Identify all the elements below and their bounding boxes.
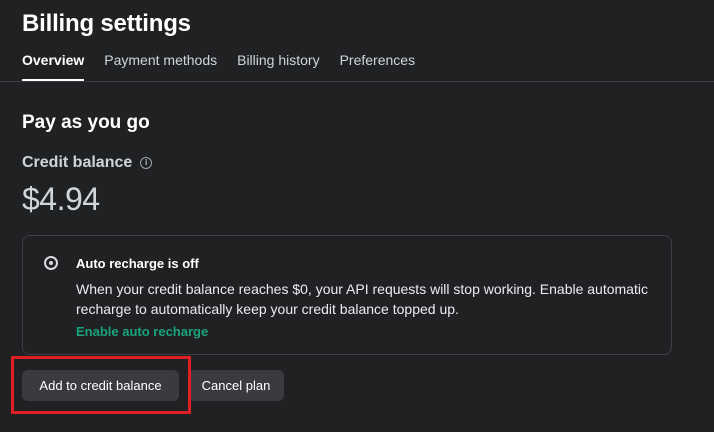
cancel-plan-button[interactable]: Cancel plan: [188, 370, 284, 401]
tab-overview[interactable]: Overview: [22, 52, 85, 81]
section-title: Pay as you go: [22, 112, 150, 133]
tab-preferences[interactable]: Preferences: [340, 52, 415, 81]
auto-recharge-title: Auto recharge is off: [76, 256, 199, 271]
tab-billing-history[interactable]: Billing history: [237, 52, 319, 81]
credit-balance-label: Credit balance: [22, 154, 133, 171]
add-to-credit-balance-button[interactable]: Add to credit balance: [22, 370, 179, 401]
auto-recharge-card: Auto recharge is off When your credit ba…: [22, 235, 672, 355]
page-title: Billing settings: [22, 10, 191, 37]
tab-payment-methods[interactable]: Payment methods: [104, 52, 217, 81]
radio-icon: [44, 256, 58, 270]
enable-auto-recharge-link[interactable]: Enable auto recharge: [76, 324, 208, 339]
billing-tabs: Overview Payment methods Billing history…: [22, 52, 435, 82]
info-icon[interactable]: i: [140, 157, 153, 169]
credit-balance-value: $4.94: [22, 181, 100, 217]
credit-balance-label-row: Credit balance i: [22, 154, 153, 172]
auto-recharge-description: When your credit balance reaches $0, you…: [76, 281, 648, 317]
page-header: Billing settings Overview Payment method…: [0, 0, 714, 82]
